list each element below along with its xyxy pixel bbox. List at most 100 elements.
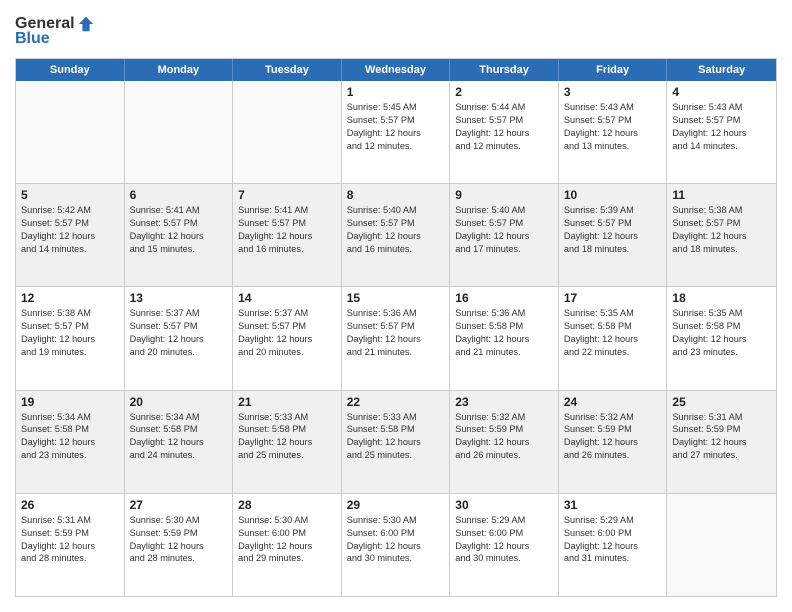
day-headers: SundayMondayTuesdayWednesdayThursdayFrid… bbox=[16, 59, 776, 81]
cell-info: Sunrise: 5:31 AM Sunset: 5:59 PM Dayligh… bbox=[21, 514, 119, 566]
cell-info: Sunrise: 5:45 AM Sunset: 5:57 PM Dayligh… bbox=[347, 101, 445, 153]
logo-icon bbox=[77, 15, 95, 33]
cell-info: Sunrise: 5:34 AM Sunset: 5:58 PM Dayligh… bbox=[130, 411, 228, 463]
calendar-row-1: 5 Sunrise: 5:42 AM Sunset: 5:57 PM Daylig… bbox=[16, 183, 776, 286]
cell-info: Sunrise: 5:37 AM Sunset: 5:57 PM Dayligh… bbox=[130, 307, 228, 359]
cell-day-number: 27 bbox=[130, 498, 228, 512]
cell-4-4: 30 Sunrise: 5:29 AM Sunset: 6:00 PM Dayli… bbox=[450, 494, 559, 596]
cell-info: Sunrise: 5:43 AM Sunset: 5:57 PM Dayligh… bbox=[672, 101, 771, 153]
cell-0-3: 1 Sunrise: 5:45 AM Sunset: 5:57 PM Daylig… bbox=[342, 81, 451, 183]
cell-3-2: 21 Sunrise: 5:33 AM Sunset: 5:58 PM Dayli… bbox=[233, 391, 342, 493]
cell-info: Sunrise: 5:35 AM Sunset: 5:58 PM Dayligh… bbox=[672, 307, 771, 359]
cell-info: Sunrise: 5:36 AM Sunset: 5:57 PM Dayligh… bbox=[347, 307, 445, 359]
calendar: SundayMondayTuesdayWednesdayThursdayFrid… bbox=[15, 58, 777, 597]
cell-info: Sunrise: 5:29 AM Sunset: 6:00 PM Dayligh… bbox=[455, 514, 553, 566]
cell-info: Sunrise: 5:42 AM Sunset: 5:57 PM Dayligh… bbox=[21, 204, 119, 256]
cell-info: Sunrise: 5:35 AM Sunset: 5:58 PM Dayligh… bbox=[564, 307, 662, 359]
cell-day-number: 20 bbox=[130, 395, 228, 409]
cell-1-6: 11Sunrise: 5:38 AM Sunset: 5:57 PM Dayli… bbox=[667, 184, 776, 286]
calendar-row-3: 19 Sunrise: 5:34 AM Sunset: 5:58 PM Dayli… bbox=[16, 390, 776, 493]
cell-2-6: 18 Sunrise: 5:35 AM Sunset: 5:58 PM Dayli… bbox=[667, 287, 776, 389]
cell-day-number: 2 bbox=[455, 85, 553, 99]
cell-info: Sunrise: 5:44 AM Sunset: 5:57 PM Dayligh… bbox=[455, 101, 553, 153]
cell-2-4: 16Sunrise: 5:36 AM Sunset: 5:58 PM Dayli… bbox=[450, 287, 559, 389]
cell-4-0: 26 Sunrise: 5:31 AM Sunset: 5:59 PM Dayli… bbox=[16, 494, 125, 596]
cell-4-5: 31 Sunrise: 5:29 AM Sunset: 6:00 PM Dayli… bbox=[559, 494, 668, 596]
cell-day-number: 28 bbox=[238, 498, 336, 512]
cell-day-number: 21 bbox=[238, 395, 336, 409]
cell-info: Sunrise: 5:30 AM Sunset: 6:00 PM Dayligh… bbox=[347, 514, 445, 566]
cell-4-3: 29Sunrise: 5:30 AM Sunset: 6:00 PM Dayli… bbox=[342, 494, 451, 596]
header: General Blue bbox=[15, 15, 777, 48]
cell-0-2 bbox=[233, 81, 342, 183]
cell-0-1 bbox=[125, 81, 234, 183]
cell-day-number: 15 bbox=[347, 291, 445, 305]
cell-2-0: 12 Sunrise: 5:38 AM Sunset: 5:57 PM Dayli… bbox=[16, 287, 125, 389]
cell-info: Sunrise: 5:40 AM Sunset: 5:57 PM Dayligh… bbox=[455, 204, 553, 256]
cell-info: Sunrise: 5:31 AM Sunset: 5:59 PM Dayligh… bbox=[672, 411, 771, 463]
cell-day-number: 5 bbox=[21, 188, 119, 202]
cell-info: Sunrise: 5:29 AM Sunset: 6:00 PM Dayligh… bbox=[564, 514, 662, 566]
cell-2-3: 15 Sunrise: 5:36 AM Sunset: 5:57 PM Dayli… bbox=[342, 287, 451, 389]
cell-day-number: 17 bbox=[564, 291, 662, 305]
logo: General Blue bbox=[15, 15, 95, 48]
cell-day-number: 9 bbox=[455, 188, 553, 202]
cell-info: Sunrise: 5:30 AM Sunset: 5:59 PM Dayligh… bbox=[130, 514, 228, 566]
cell-day-number: 8 bbox=[347, 188, 445, 202]
cell-4-6 bbox=[667, 494, 776, 596]
cell-1-5: 10 Sunrise: 5:39 AM Sunset: 5:57 PM Dayli… bbox=[559, 184, 668, 286]
day-header-tuesday: Tuesday bbox=[233, 59, 342, 81]
calendar-row-2: 12 Sunrise: 5:38 AM Sunset: 5:57 PM Dayli… bbox=[16, 286, 776, 389]
cell-2-2: 14 Sunrise: 5:37 AM Sunset: 5:57 PM Dayli… bbox=[233, 287, 342, 389]
cell-2-1: 13 Sunrise: 5:37 AM Sunset: 5:57 PM Dayli… bbox=[125, 287, 234, 389]
day-header-thursday: Thursday bbox=[450, 59, 559, 81]
cell-day-number: 22 bbox=[347, 395, 445, 409]
cell-day-number: 25 bbox=[672, 395, 771, 409]
cell-info: Sunrise: 5:37 AM Sunset: 5:57 PM Dayligh… bbox=[238, 307, 336, 359]
cell-1-2: 7Sunrise: 5:41 AM Sunset: 5:57 PM Daylig… bbox=[233, 184, 342, 286]
day-header-friday: Friday bbox=[559, 59, 668, 81]
cell-info: Sunrise: 5:33 AM Sunset: 5:58 PM Dayligh… bbox=[347, 411, 445, 463]
cell-0-4: 2 Sunrise: 5:44 AM Sunset: 5:57 PM Daylig… bbox=[450, 81, 559, 183]
cell-1-0: 5 Sunrise: 5:42 AM Sunset: 5:57 PM Daylig… bbox=[16, 184, 125, 286]
cell-info: Sunrise: 5:34 AM Sunset: 5:58 PM Dayligh… bbox=[21, 411, 119, 463]
cell-3-1: 20 Sunrise: 5:34 AM Sunset: 5:58 PM Dayli… bbox=[125, 391, 234, 493]
cell-info: Sunrise: 5:32 AM Sunset: 5:59 PM Dayligh… bbox=[564, 411, 662, 463]
cell-info: Sunrise: 5:39 AM Sunset: 5:57 PM Dayligh… bbox=[564, 204, 662, 256]
cell-day-number: 3 bbox=[564, 85, 662, 99]
day-header-sunday: Sunday bbox=[16, 59, 125, 81]
day-header-monday: Monday bbox=[125, 59, 234, 81]
day-header-saturday: Saturday bbox=[667, 59, 776, 81]
cell-day-number: 10 bbox=[564, 188, 662, 202]
cell-day-number: 12 bbox=[21, 291, 119, 305]
cell-info: Sunrise: 5:43 AM Sunset: 5:57 PM Dayligh… bbox=[564, 101, 662, 153]
page: General Blue SundayMondayTuesdayWednesda… bbox=[0, 0, 792, 612]
cell-3-4: 23Sunrise: 5:32 AM Sunset: 5:59 PM Dayli… bbox=[450, 391, 559, 493]
cell-3-5: 24 Sunrise: 5:32 AM Sunset: 5:59 PM Dayli… bbox=[559, 391, 668, 493]
cell-day-number: 4 bbox=[672, 85, 771, 99]
cell-day-number: 30 bbox=[455, 498, 553, 512]
cell-day-number: 13 bbox=[130, 291, 228, 305]
cell-info: Sunrise: 5:33 AM Sunset: 5:58 PM Dayligh… bbox=[238, 411, 336, 463]
cell-info: Sunrise: 5:38 AM Sunset: 5:57 PM Dayligh… bbox=[21, 307, 119, 359]
cell-day-number: 14 bbox=[238, 291, 336, 305]
cell-0-5: 3 Sunrise: 5:43 AM Sunset: 5:57 PM Daylig… bbox=[559, 81, 668, 183]
cell-day-number: 26 bbox=[21, 498, 119, 512]
cell-info: Sunrise: 5:41 AM Sunset: 5:57 PM Dayligh… bbox=[130, 204, 228, 256]
cell-day-number: 24 bbox=[564, 395, 662, 409]
cell-4-2: 28Sunrise: 5:30 AM Sunset: 6:00 PM Dayli… bbox=[233, 494, 342, 596]
cell-info: Sunrise: 5:38 AM Sunset: 5:57 PM Dayligh… bbox=[672, 204, 771, 256]
calendar-row-4: 26 Sunrise: 5:31 AM Sunset: 5:59 PM Dayli… bbox=[16, 493, 776, 596]
cell-info: Sunrise: 5:40 AM Sunset: 5:57 PM Dayligh… bbox=[347, 204, 445, 256]
cell-3-6: 25 Sunrise: 5:31 AM Sunset: 5:59 PM Dayli… bbox=[667, 391, 776, 493]
cell-2-5: 17 Sunrise: 5:35 AM Sunset: 5:58 PM Dayli… bbox=[559, 287, 668, 389]
cell-1-1: 6Sunrise: 5:41 AM Sunset: 5:57 PM Daylig… bbox=[125, 184, 234, 286]
cell-day-number: 1 bbox=[347, 85, 445, 99]
cell-3-3: 22 Sunrise: 5:33 AM Sunset: 5:58 PM Dayli… bbox=[342, 391, 451, 493]
cell-day-number: 19 bbox=[21, 395, 119, 409]
cell-day-number: 31 bbox=[564, 498, 662, 512]
cell-day-number: 18 bbox=[672, 291, 771, 305]
cell-info: Sunrise: 5:36 AM Sunset: 5:58 PM Dayligh… bbox=[455, 307, 553, 359]
cell-info: Sunrise: 5:32 AM Sunset: 5:59 PM Dayligh… bbox=[455, 411, 553, 463]
cell-info: Sunrise: 5:41 AM Sunset: 5:57 PM Dayligh… bbox=[238, 204, 336, 256]
